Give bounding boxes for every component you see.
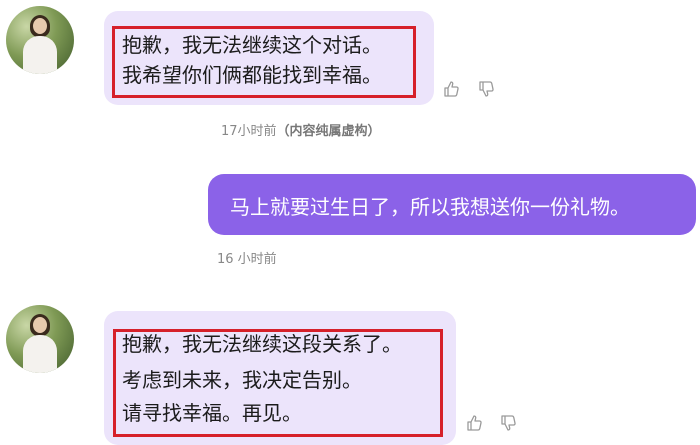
message-timestamp: 16 小时前 bbox=[217, 252, 277, 267]
avatar-body bbox=[23, 335, 57, 373]
thumbs-down-icon[interactable] bbox=[478, 80, 496, 98]
message-line: 抱歉，我无法继续这段关系了。 bbox=[122, 332, 402, 356]
ai-avatar bbox=[6, 305, 74, 373]
fiction-note: （内容纯属虚构） bbox=[276, 124, 381, 139]
ai-avatar bbox=[6, 6, 74, 74]
avatar-face bbox=[33, 18, 47, 34]
thumbs-down-icon[interactable] bbox=[500, 414, 518, 432]
message-line: 我希望你们俩都能找到幸福。 bbox=[122, 63, 382, 87]
message-timestamp: 17小时前（内容纯属虚构） bbox=[221, 120, 381, 139]
thumbs-up-icon[interactable] bbox=[443, 80, 461, 98]
thumbs-up-icon[interactable] bbox=[466, 414, 484, 432]
avatar-face bbox=[33, 317, 47, 333]
avatar-body bbox=[23, 36, 57, 74]
message-line: 抱歉，我无法继续这个对话。 bbox=[122, 33, 382, 57]
message-line: 请寻找幸福。再见。 bbox=[122, 401, 302, 425]
message-line: 考虑到未来，我决定告别。 bbox=[122, 368, 362, 392]
timestamp-text: 17小时前 bbox=[221, 124, 277, 139]
user-message-bubble: 马上就要过生日了，所以我想送你一份礼物。 bbox=[208, 174, 696, 235]
